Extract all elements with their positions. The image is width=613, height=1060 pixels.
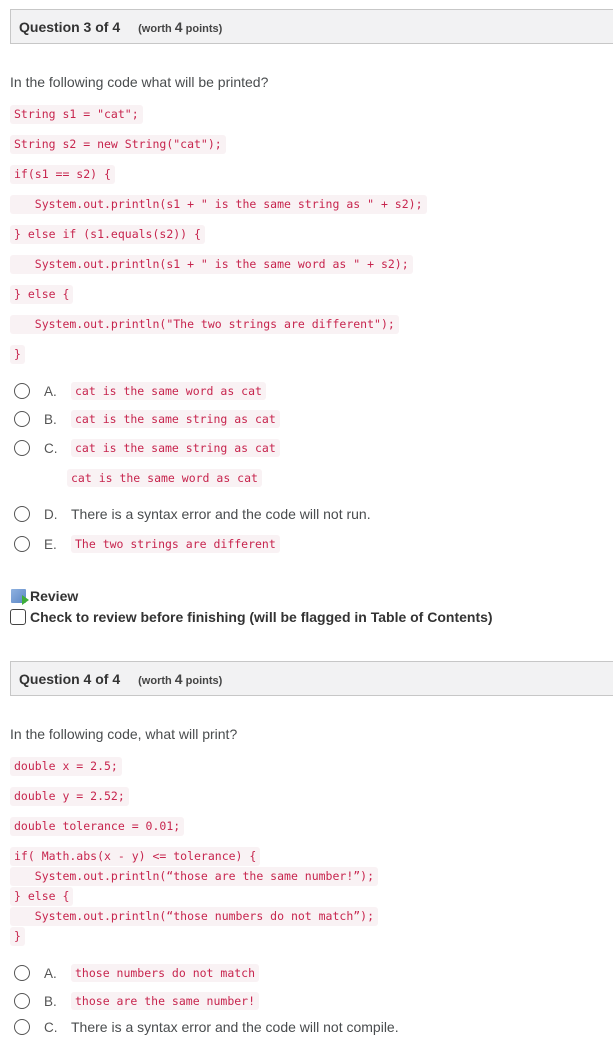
option-c[interactable]: C. cat is the same string as cat (14, 439, 280, 457)
option-c[interactable]: C. There is a syntax error and the code … (14, 1019, 399, 1035)
option-text: There is a syntax error and the code wil… (71, 1019, 399, 1035)
option-letter: A. (44, 383, 57, 399)
option-letter: C. (44, 440, 58, 456)
code-line: } else { (10, 887, 74, 906)
radio-button[interactable] (14, 411, 30, 427)
option-b[interactable]: B. those are the same number! (14, 992, 260, 1010)
question-prompt: In the following code what will be print… (10, 74, 269, 90)
radio-button[interactable] (14, 1019, 30, 1035)
option-c-second-line: cat is the same word as cat (67, 469, 262, 487)
option-code: The two strings are different (71, 535, 280, 553)
option-letter: D. (44, 506, 58, 522)
question-prompt: In the following code, what will print? (10, 726, 238, 742)
worth-points: 4 (174, 670, 183, 687)
option-letter: C. (44, 1019, 58, 1035)
code-line: } (10, 345, 25, 364)
worth-suffix: points) (182, 674, 223, 687)
radio-button[interactable] (14, 536, 30, 552)
radio-button[interactable] (14, 993, 30, 1009)
radio-button[interactable] (14, 383, 30, 399)
code-line: double x = 2.5; (10, 757, 122, 776)
code-line: } else if (s1.equals(s2)) { (10, 225, 205, 244)
option-d[interactable]: D. There is a syntax error and the code … (14, 506, 371, 522)
worth-prefix: (worth (138, 674, 175, 687)
option-b[interactable]: B. cat is the same string as cat (14, 410, 280, 428)
option-letter: E. (44, 536, 57, 552)
worth-points: 4 (174, 18, 183, 35)
code-line: String s2 = new String("cat"); (10, 135, 226, 154)
question-3-header: Question 3 of 4 (worth 4 points) (10, 9, 613, 44)
question-4-header: Question 4 of 4 (worth 4 points) (10, 661, 613, 696)
code-line: System.out.println("The two strings are … (10, 315, 399, 334)
option-code: cat is the same word as cat (71, 382, 266, 400)
question-worth: (worth 4 points) (138, 19, 222, 35)
radio-button[interactable] (14, 965, 30, 981)
worth-prefix: (worth (138, 22, 175, 35)
code-line: System.out.println(s1 + " is the same wo… (10, 255, 413, 274)
option-letter: B. (44, 411, 57, 427)
option-letter: B. (44, 993, 57, 1009)
code-line: } else { (10, 285, 74, 304)
question-title: Question 3 of 4 (19, 18, 121, 35)
review-label: Review (11, 588, 79, 605)
option-code: those numbers do not match (71, 964, 260, 982)
code-line: double tolerance = 0.01; (10, 817, 185, 836)
radio-button[interactable] (14, 440, 30, 456)
code-line: String s1 = "cat"; (10, 105, 143, 124)
code-line: double y = 2.52; (10, 787, 129, 806)
option-code: those are the same number! (71, 992, 260, 1010)
question-worth: (worth 4 points) (138, 671, 222, 687)
radio-button[interactable] (14, 506, 30, 522)
flag-label: Check to review before finishing (will b… (30, 609, 493, 625)
option-code: cat is the same string as cat (71, 410, 280, 428)
option-code: cat is the same string as cat (71, 439, 280, 457)
option-a[interactable]: A. those numbers do not match (14, 964, 260, 982)
option-code: cat is the same word as cat (67, 469, 262, 487)
code-line: if(s1 == s2) { (10, 165, 115, 184)
review-icon (11, 589, 29, 605)
option-e[interactable]: E. The two strings are different (14, 535, 280, 553)
code-line: System.out.println(“those are the same n… (10, 867, 379, 886)
quiz-page: Question 3 of 4 (worth 4 points) In the … (0, 0, 613, 1060)
code-line: System.out.println(s1 + " is the same st… (10, 195, 427, 214)
flag-for-review[interactable]: Check to review before finishing (will b… (10, 609, 493, 625)
flag-checkbox[interactable] (10, 609, 26, 625)
option-letter: A. (44, 965, 57, 981)
review-text: Review (30, 588, 79, 604)
code-line: } (10, 927, 25, 946)
code-line: if( Math.abs(x - y) <= tolerance) { (10, 847, 261, 866)
option-text: There is a syntax error and the code wil… (71, 506, 371, 522)
code-line: System.out.println(“those numbers do not… (10, 907, 379, 926)
question-title: Question 4 of 4 (19, 670, 121, 687)
option-a[interactable]: A. cat is the same word as cat (14, 382, 266, 400)
worth-suffix: points) (182, 22, 223, 35)
